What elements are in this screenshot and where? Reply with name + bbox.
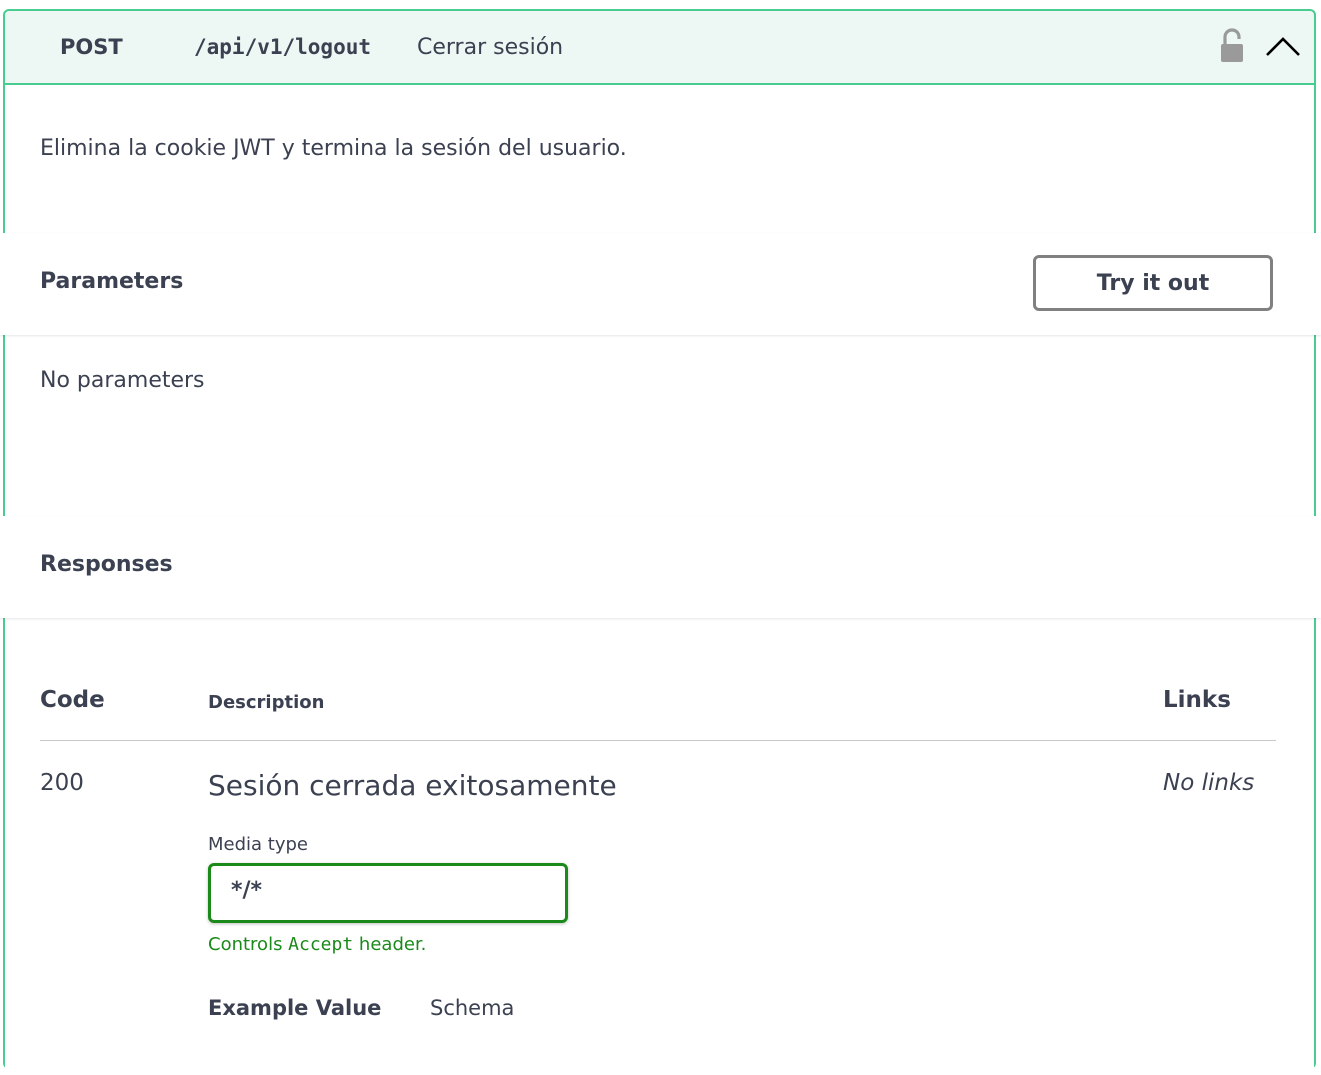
response-description: Sesión cerrada exitosamente: [208, 769, 617, 802]
tab-example-value[interactable]: Example Value: [208, 996, 381, 1020]
http-method: POST: [60, 35, 123, 59]
column-header-links: Links: [1163, 687, 1231, 713]
column-header-description: Description: [208, 692, 325, 713]
media-type-label: Media type: [208, 834, 308, 855]
no-parameters-text: No parameters: [40, 368, 205, 393]
operation-summary-text: Cerrar sesión: [417, 35, 564, 60]
hint-prefix: Controls: [208, 934, 289, 955]
lock-icon[interactable]: [1217, 25, 1247, 65]
responses-title: Responses: [40, 552, 173, 577]
media-type-value: */*: [231, 878, 263, 903]
try-it-out-button[interactable]: Try it out: [1033, 255, 1273, 311]
chevron-up-icon[interactable]: [1263, 33, 1303, 59]
endpoint-path: /api/v1/logout: [194, 35, 372, 59]
hint-suffix: header.: [353, 934, 427, 955]
responses-header: Responses: [0, 516, 1321, 618]
response-links: No links: [1163, 770, 1255, 796]
parameters-header: Parameters Try it out: [0, 233, 1321, 335]
operation-summary[interactable]: POST /api/v1/logout Cerrar sesión: [5, 11, 1314, 85]
tab-schema[interactable]: Schema: [430, 996, 514, 1020]
media-type-hint: Controls Accept header.: [208, 934, 426, 955]
response-code: 200: [40, 770, 84, 796]
hint-code: Accept: [288, 934, 354, 955]
operation-description: Elimina la cookie JWT y termina la sesió…: [40, 136, 627, 161]
parameters-title: Parameters: [40, 269, 184, 294]
table-divider: [40, 740, 1276, 741]
media-type-select[interactable]: */*: [208, 863, 568, 923]
column-header-code: Code: [40, 687, 105, 713]
